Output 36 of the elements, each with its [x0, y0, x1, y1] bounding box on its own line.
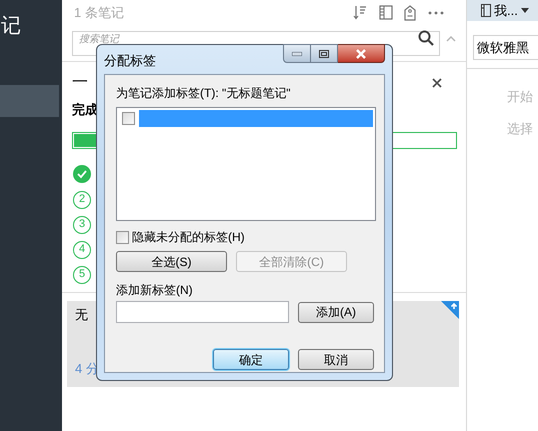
- close-button[interactable]: [338, 44, 385, 63]
- ok-button[interactable]: 确定: [213, 349, 289, 370]
- add-button[interactable]: 添加(A): [298, 302, 374, 322]
- minimize-icon: [292, 52, 302, 56]
- font-field[interactable]: 微软雅黑: [473, 35, 538, 60]
- step-number: 5: [73, 266, 91, 284]
- editor-hint: 选择: [507, 120, 534, 138]
- sort-icon[interactable]: [353, 5, 367, 20]
- more-icon[interactable]: [428, 10, 444, 14]
- maximize-button[interactable]: [311, 44, 338, 63]
- editor-hint: 开始: [507, 88, 534, 106]
- search-icon[interactable]: [418, 30, 434, 46]
- note-title: 无: [75, 306, 88, 324]
- prompt-label: 为笔记添加标签(T): "无标题笔记": [116, 85, 292, 102]
- notebook-icon[interactable]: [481, 4, 491, 17]
- checkbox[interactable]: [116, 230, 129, 244]
- new-tag-field[interactable]: [116, 301, 289, 323]
- sidebar-title: 记: [1, 16, 21, 39]
- minimize-button[interactable]: [283, 44, 311, 63]
- close-icon: [355, 48, 367, 58]
- new-tag-label: 添加新标签(N): [116, 282, 194, 299]
- close-icon[interactable]: [432, 78, 442, 88]
- step-number: 3: [73, 216, 91, 234]
- note-count: 1 条笔记: [74, 4, 124, 22]
- checkbox[interactable]: [122, 112, 135, 125]
- step-number: 2: [73, 190, 91, 208]
- dropdown-caret-icon[interactable]: [520, 8, 529, 13]
- cancel-button[interactable]: 取消: [298, 349, 374, 370]
- guide-title: 一: [72, 73, 88, 93]
- step-number: 4: [73, 240, 91, 258]
- pin-corner-icon[interactable]: [441, 300, 459, 318]
- maximize-icon: [319, 50, 329, 58]
- select-all-button[interactable]: 全选(S): [116, 251, 227, 272]
- tag-icon[interactable]: [404, 4, 416, 20]
- notebook-icon[interactable]: [379, 5, 393, 20]
- checkbox-label: 隐藏未分配的标签(H): [132, 229, 245, 246]
